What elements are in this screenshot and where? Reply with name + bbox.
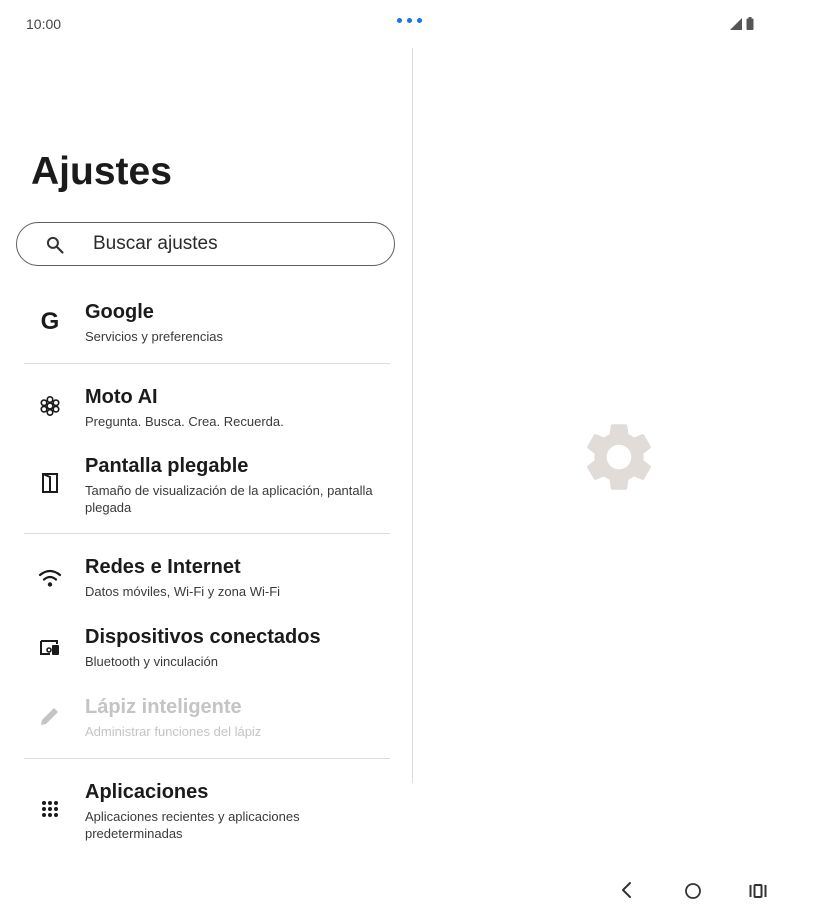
- item-subtitle: Administrar funciones del lápiz: [85, 724, 262, 739]
- settings-item-google[interactable]: G Google Servicios y preferencias: [24, 301, 394, 349]
- item-title: Google: [85, 301, 154, 323]
- foldable-screen-icon: [38, 471, 62, 495]
- section-divider: [24, 533, 390, 534]
- settings-item-dispositivos[interactable]: Dispositivos conectados Bluetooth y vinc…: [24, 626, 394, 674]
- moto-ai-icon: [38, 394, 62, 418]
- item-title: Moto AI: [85, 386, 158, 408]
- navigation-bar: [600, 878, 780, 906]
- more-dots-icon[interactable]: [397, 18, 422, 23]
- item-subtitle: Bluetooth y vinculación: [85, 654, 218, 669]
- page-title: Ajustes: [31, 150, 172, 193]
- item-title: Lápiz inteligente: [85, 696, 242, 718]
- wifi-icon: [38, 566, 62, 590]
- recents-icon[interactable]: [748, 878, 768, 902]
- pen-icon: [38, 704, 62, 728]
- connected-devices-icon: [38, 636, 62, 660]
- item-title: Pantalla plegable: [85, 455, 249, 477]
- search-icon: [46, 236, 64, 254]
- item-subtitle: Tamaño de visualización de la aplicación…: [85, 483, 373, 515]
- section-divider: [24, 758, 390, 759]
- settings-item-pantalla-plegable[interactable]: Pantalla plegable Tamaño de visualizació…: [24, 455, 394, 519]
- settings-item-aplicaciones[interactable]: Aplicaciones Aplicaciones recientes y ap…: [24, 781, 394, 845]
- section-divider: [24, 363, 390, 364]
- back-icon[interactable]: [618, 878, 634, 902]
- item-title: Redes e Internet: [85, 556, 241, 578]
- google-g-icon: G: [40, 308, 60, 335]
- search-bar[interactable]: Buscar ajustes: [16, 222, 395, 266]
- apps-grid-icon: [38, 797, 62, 821]
- item-subtitle: Servicios y preferencias: [85, 329, 223, 344]
- settings-item-lapiz: Lápiz inteligente Administrar funciones …: [24, 696, 394, 744]
- status-time: 10:00: [26, 16, 62, 32]
- home-icon[interactable]: [682, 878, 704, 902]
- search-placeholder: Buscar ajustes: [93, 233, 218, 254]
- item-subtitle: Datos móviles, Wi-Fi y zona Wi-Fi: [85, 584, 281, 599]
- item-title: Aplicaciones: [85, 781, 209, 803]
- settings-item-moto-ai[interactable]: Moto AI Pregunta. Busca. Crea. Recuerda.: [24, 386, 394, 434]
- settings-item-redes[interactable]: Redes e Internet Datos móviles, Wi-Fi y …: [24, 556, 394, 604]
- pane-divider: [412, 48, 413, 783]
- item-subtitle: Pregunta. Busca. Crea. Recuerda.: [85, 414, 284, 429]
- battery-icon: [746, 17, 754, 30]
- item-title: Dispositivos conectados: [85, 626, 321, 648]
- signal-icon: [730, 17, 742, 30]
- settings-gear-icon: [587, 424, 651, 490]
- item-subtitle: Aplicaciones recientes y aplicaciones pr…: [85, 809, 300, 841]
